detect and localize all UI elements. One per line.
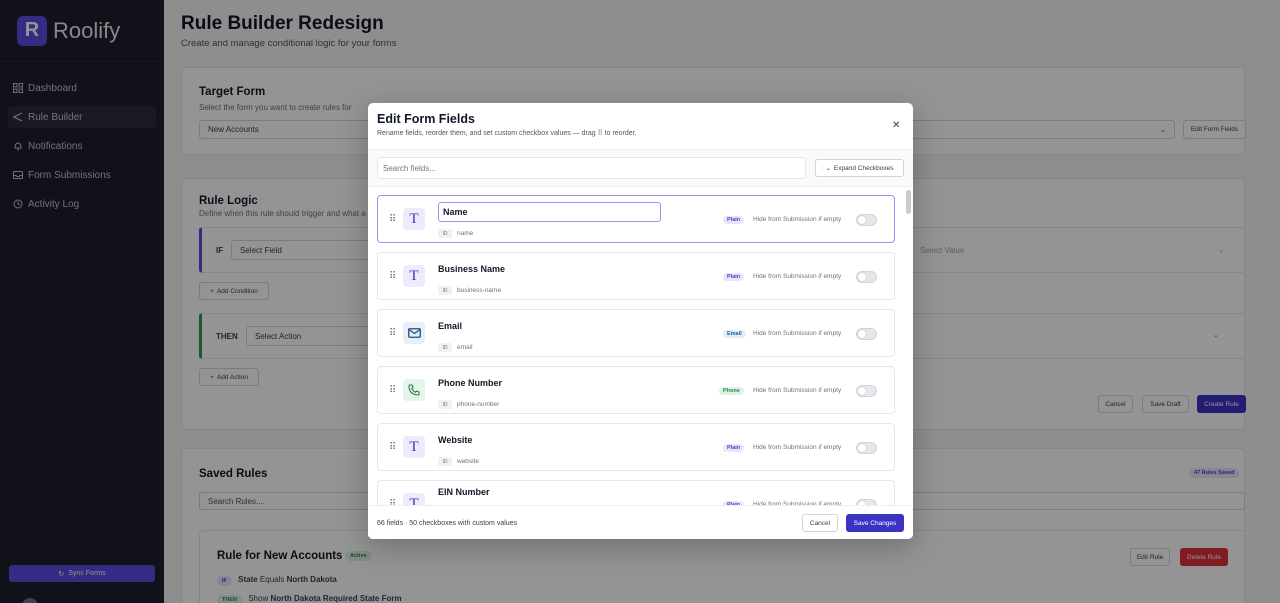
id-tag: ID [438,286,452,295]
field-name-input[interactable] [438,202,661,222]
drag-handle-icon[interactable]: ⠿ [389,328,396,339]
hide-if-empty-label: Hide from Submission if empty [753,444,842,451]
expand-checkboxes-button[interactable]: ⌄ Expand Checkboxes [815,159,904,177]
field-type-badge: Plain [723,273,745,281]
modal-title: Edit Form Fields [377,112,475,126]
modal-footer: 66 fields · 50 checkboxes with custom va… [368,505,913,539]
hide-if-empty-label: Hide from Submission if empty [753,273,842,280]
phone-icon [403,379,425,401]
drag-handle-icon[interactable]: ⠿ [389,385,396,396]
field-row-business-name: ⠿ T Business Name ID business-name Plain… [377,252,895,300]
close-icon[interactable]: ✕ [892,120,900,131]
id-tag: ID [438,400,452,409]
modal-toolbar: ⌄ Expand Checkboxes [368,149,913,187]
field-id: email [457,344,473,351]
field-name[interactable]: Business Name [438,264,505,274]
text-field-icon: T [403,208,425,230]
hide-if-empty-toggle[interactable] [856,328,877,340]
field-name[interactable]: Email [438,321,462,331]
field-row-phone-number: ⠿ Phone Number ID phone-number Phone Hid… [377,366,895,414]
field-type-badge: Plain [723,216,745,224]
field-row-website: ⠿ T Website ID website Plain Hide from S… [377,423,895,471]
text-field-icon: T [403,436,425,458]
field-list-scrollbar[interactable] [906,190,911,214]
drag-handle-icon[interactable]: ⠿ [389,271,396,282]
hide-if-empty-toggle[interactable] [856,442,877,454]
save-changes-button[interactable]: Save Changes [846,514,904,532]
text-field-icon: T [403,265,425,287]
hide-if-empty-label: Hide from Submission if empty [753,330,842,337]
modal-subtitle: Rename fields, reorder them, and set cus… [377,130,637,137]
hide-if-empty-toggle[interactable] [856,214,877,226]
field-name[interactable]: Website [438,435,472,445]
field-id: business-name [457,287,502,294]
field-id: name [457,230,474,237]
id-tag: ID [438,457,452,466]
field-row-ein-number: ⠿ T EIN Number Plain Hide from Submissio… [377,480,895,505]
id-tag: ID [438,343,452,352]
field-name[interactable]: EIN Number [438,487,490,497]
fields-summary: 66 fields · 50 checkboxes with custom va… [377,520,518,527]
field-type-badge: Phone [719,387,744,395]
id-tag: ID [438,229,452,238]
hide-if-empty-toggle[interactable] [856,385,877,397]
envelope-icon [403,322,425,344]
text-field-icon: T [403,493,425,505]
field-list: ⠿ T ID name Plain Hide from Submission i… [368,187,913,505]
hide-if-empty-label: Hide from Submission if empty [753,387,842,394]
drag-handle-icon[interactable]: ⠿ [389,214,396,225]
field-id: website [457,458,480,465]
field-row-email: ⠿ Email ID email Email Hide from Submiss… [377,309,895,357]
search-fields-input[interactable] [377,157,806,179]
hide-if-empty-label: Hide from Submission if empty [753,216,842,223]
drag-handle-icon[interactable]: ⠿ [389,442,396,453]
chevron-down-icon: ⌄ [825,165,831,172]
edit-form-fields-modal: Edit Form Fields Rename fields, reorder … [368,103,913,539]
hide-if-empty-toggle[interactable] [856,271,877,283]
field-type-badge: Plain [723,444,745,452]
field-row-name: ⠿ T ID name Plain Hide from Submission i… [377,195,895,243]
field-name[interactable]: Phone Number [438,378,502,388]
field-type-badge: Email [723,330,746,338]
cancel-button[interactable]: Cancel [802,514,838,532]
field-id: phone-number [457,401,500,408]
expand-checkboxes-label: Expand Checkboxes [833,164,894,172]
